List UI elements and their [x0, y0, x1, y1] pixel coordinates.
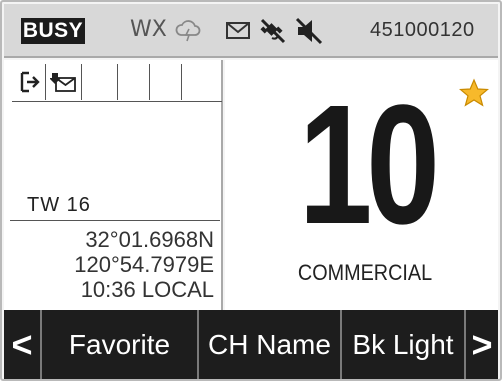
mute-icon — [294, 16, 324, 51]
message-icon — [224, 16, 252, 49]
longitude: 120°54.7979E — [74, 252, 214, 277]
channel-panel: 10 COMMERCIAL — [225, 60, 498, 310]
status-icon-row — [14, 64, 182, 100]
empty-icon-slot — [150, 64, 182, 100]
divider — [12, 101, 222, 102]
secondary-channel: TW 16 — [27, 194, 91, 216]
bk-light-button[interactable]: Bk Light — [342, 310, 466, 379]
softkey-bar: < Favorite CH Name Bk Light > — [4, 310, 498, 379]
channel-number: 10 — [298, 70, 440, 260]
ch-name-button[interactable]: CH Name — [199, 310, 342, 379]
radio-display: BUSY WX 451000120 TW 16 32°01.6968N 120°… — [0, 0, 502, 381]
next-softkey-button[interactable]: > — [466, 310, 498, 379]
position-block: 32°01.6968N 120°54.7979E 10:36 LOCAL — [4, 227, 214, 302]
local-time: 10:36 LOCAL — [80, 277, 214, 302]
favorite-button[interactable]: Favorite — [42, 310, 199, 379]
divider — [10, 220, 220, 221]
latitude: 32°01.6968N — [85, 227, 214, 252]
wx-label: WX — [130, 17, 167, 42]
star-icon — [458, 78, 490, 113]
mmsi-number: 451000120 — [370, 19, 475, 41]
status-bar: BUSY WX 451000120 — [4, 4, 498, 58]
exit-icon — [14, 64, 46, 100]
empty-icon-slot — [118, 64, 150, 100]
empty-icon-slot — [82, 64, 118, 100]
previous-softkey-button[interactable]: < — [4, 310, 42, 379]
channel-name: COMMERCIAL — [297, 260, 433, 285]
weather-alert-icon — [174, 16, 202, 49]
gps-off-icon — [258, 16, 288, 51]
busy-indicator: BUSY — [21, 18, 85, 44]
received-message-icon — [46, 64, 82, 100]
info-panel: TW 16 32°01.6968N 120°54.7979E 10:36 LOC… — [4, 60, 223, 310]
